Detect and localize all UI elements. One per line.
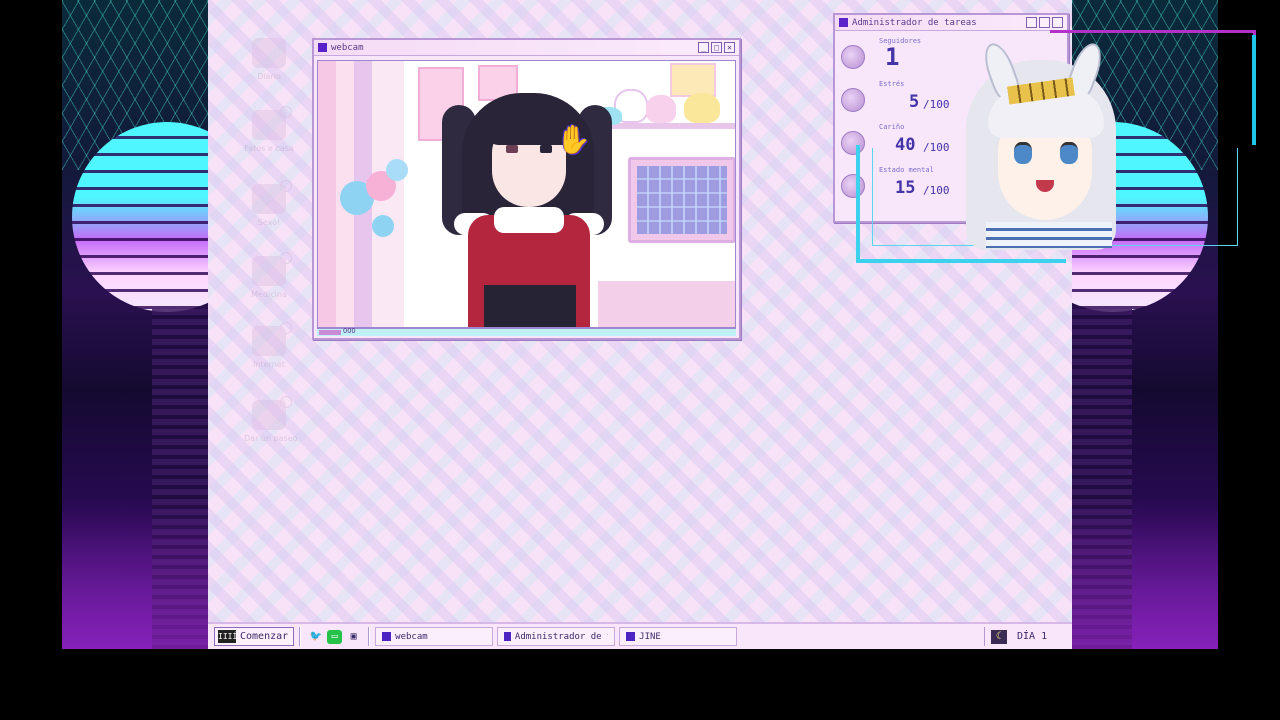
hand-cursor-icon: ✋ xyxy=(556,123,591,156)
twitter-icon[interactable]: 🐦 xyxy=(308,630,323,644)
desktop-icon-diary[interactable]: Diario xyxy=(244,38,294,81)
moon-icon[interactable]: ☾ xyxy=(991,629,1007,644)
character-ame xyxy=(442,85,612,327)
left-background-panel xyxy=(62,0,208,649)
webcam-statusbar: OOO xyxy=(317,327,736,336)
poster-image xyxy=(670,63,716,97)
window-icon xyxy=(839,18,848,27)
desktop-icon-walk[interactable]: Dar un paseo xyxy=(244,396,298,443)
maximize-button[interactable] xyxy=(1039,17,1050,28)
plush-image xyxy=(646,95,676,123)
day-counter: DÍA 1 xyxy=(1017,631,1048,642)
plush-image xyxy=(684,93,720,123)
window-icon xyxy=(318,43,327,52)
desktop-icon-internet[interactable]: Internet xyxy=(244,322,294,369)
system-tray: ☾ DÍA 1 xyxy=(984,627,1068,646)
close-button[interactable] xyxy=(1052,17,1063,28)
webcam-view[interactable]: ✋ xyxy=(317,60,736,328)
diary-icon xyxy=(252,38,286,68)
balloon-image xyxy=(386,159,408,181)
taskbar: IIIÍ Comenzar 🐦 ▭ ▣ webcam Administrador… xyxy=(208,622,1072,649)
window-icon xyxy=(382,632,392,641)
notification-badge-icon xyxy=(280,252,292,264)
taskbar-item-webcam[interactable]: webcam xyxy=(375,627,494,646)
desktop-icon-sex[interactable]: Sexo! xyxy=(244,180,294,227)
minimize-button[interactable]: _ xyxy=(698,42,709,53)
stat-stress: Estrés 5 /100 xyxy=(839,78,967,121)
followers-icon xyxy=(841,45,865,69)
desktop-icon-photos[interactable]: Fatos e casa xyxy=(244,106,294,153)
window-icon xyxy=(504,632,511,641)
taskbar-item-jine[interactable]: JINE xyxy=(619,627,738,646)
taskbar-item-task-manager[interactable]: Administrador de tar... xyxy=(497,627,616,646)
maximize-button[interactable]: □ xyxy=(711,42,722,53)
window-icon xyxy=(626,632,636,641)
computer-icon[interactable]: ▣ xyxy=(346,630,361,644)
stat-followers: Seguidores 1 xyxy=(839,35,967,78)
task-manager-title: Administrador de tareas xyxy=(852,17,977,28)
notification-badge-icon xyxy=(280,106,292,118)
task-manager-titlebar[interactable]: Administrador de tareas xyxy=(835,15,1067,31)
webcam-title: webcam xyxy=(331,42,364,53)
webcam-titlebar[interactable]: webcam _ □ ✕ xyxy=(314,40,739,56)
webcam-window[interactable]: webcam _ □ ✕ ✋ OOO xyxy=(312,38,741,340)
notification-badge-icon xyxy=(280,396,292,408)
chat-icon[interactable]: ▭ xyxy=(327,629,343,644)
progress-indicator xyxy=(319,330,341,335)
overlay-frame xyxy=(1100,35,1256,145)
webcam-status: OOO xyxy=(343,327,356,335)
start-button[interactable]: IIIÍ Comenzar xyxy=(214,627,295,646)
balloon-image xyxy=(372,215,394,237)
desktop-icon-medicine[interactable]: Medicina xyxy=(244,252,294,299)
close-button[interactable]: ✕ xyxy=(724,42,735,53)
monitor-image xyxy=(628,157,735,243)
notification-badge-icon xyxy=(280,180,292,192)
minimize-button[interactable] xyxy=(1026,17,1037,28)
start-logo-icon: IIIÍ xyxy=(218,630,238,643)
notification-badge-icon xyxy=(280,322,292,334)
stress-icon xyxy=(841,88,865,112)
